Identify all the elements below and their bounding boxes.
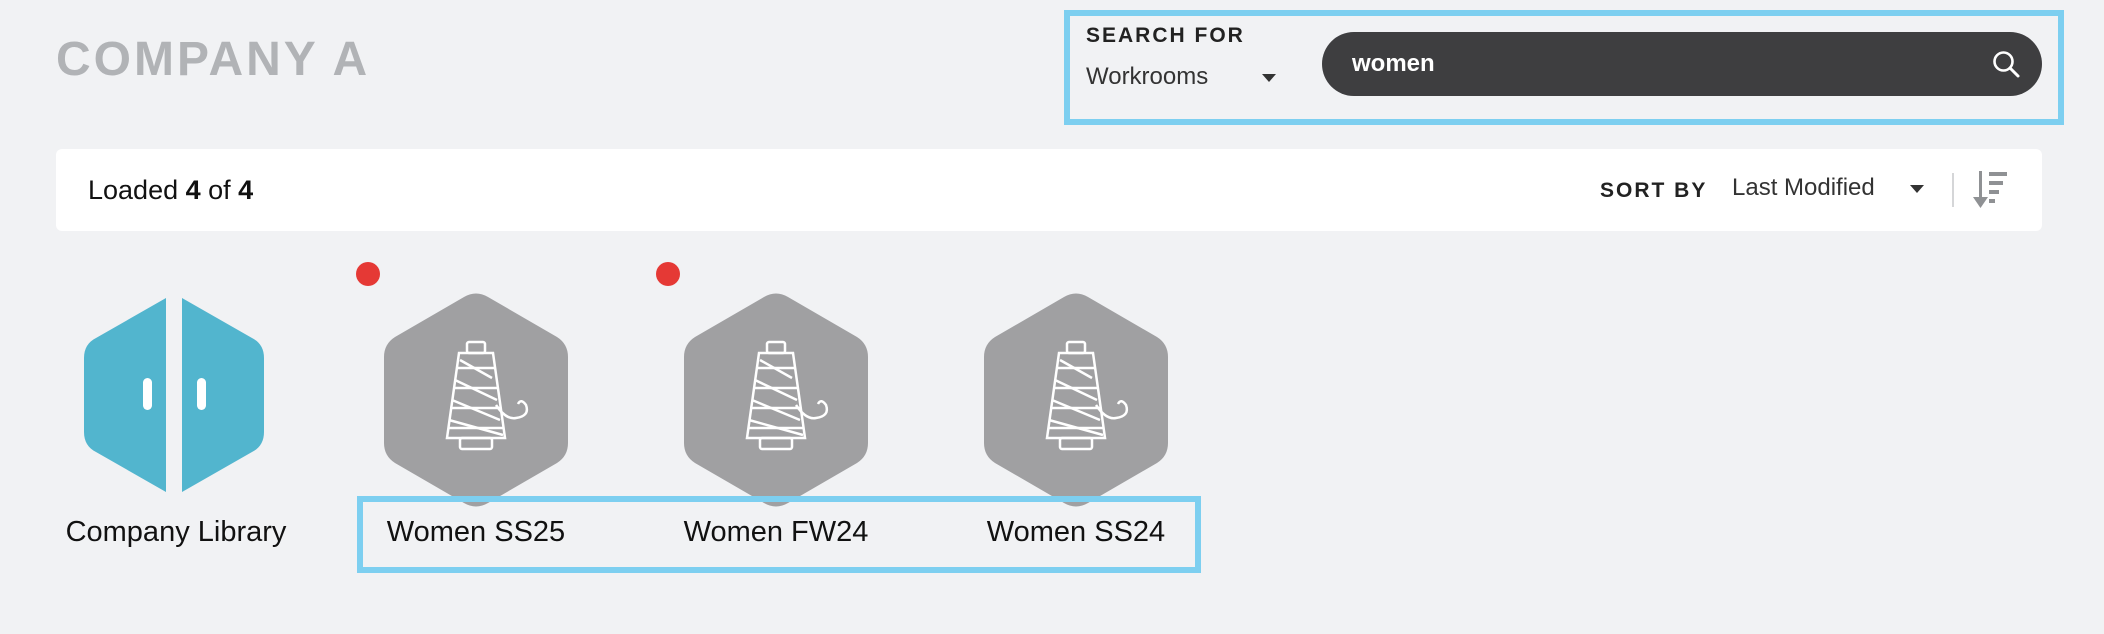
company-name: COMPANY A [56,33,371,86]
chevron-down-icon [1262,74,1276,82]
toolbar-divider [1952,173,1954,207]
results-toolbar: Loaded 4 of 4 SORT BY Last Modified [56,149,2042,231]
loaded-count-text: Loaded 4 of 4 [88,175,254,205]
search-input[interactable] [1352,44,1986,84]
tile-label: Company Library [65,516,287,548]
thread-spool-icon [684,293,868,507]
search-icon[interactable] [1986,44,2026,84]
search-for-label: SEARCH FOR [1086,24,1245,47]
results-highlight-box [357,496,1201,573]
search-type-value: Workrooms [1086,63,1209,90]
thread-spool-icon [384,293,568,507]
unread-badge [656,262,680,286]
unread-badge [356,262,380,286]
sort-value: Last Modified [1732,174,1875,201]
search-type-dropdown[interactable]: Workrooms [1086,60,1276,94]
company-library-icon [84,298,264,492]
sort-direction-icon[interactable] [1972,169,2012,211]
thread-spool-icon [984,293,1168,507]
search-bar[interactable] [1322,32,2042,96]
sort-dropdown[interactable]: Last Modified [1732,171,1924,205]
sort-by-label: SORT BY [1600,179,1708,202]
chevron-down-icon [1910,185,1924,193]
